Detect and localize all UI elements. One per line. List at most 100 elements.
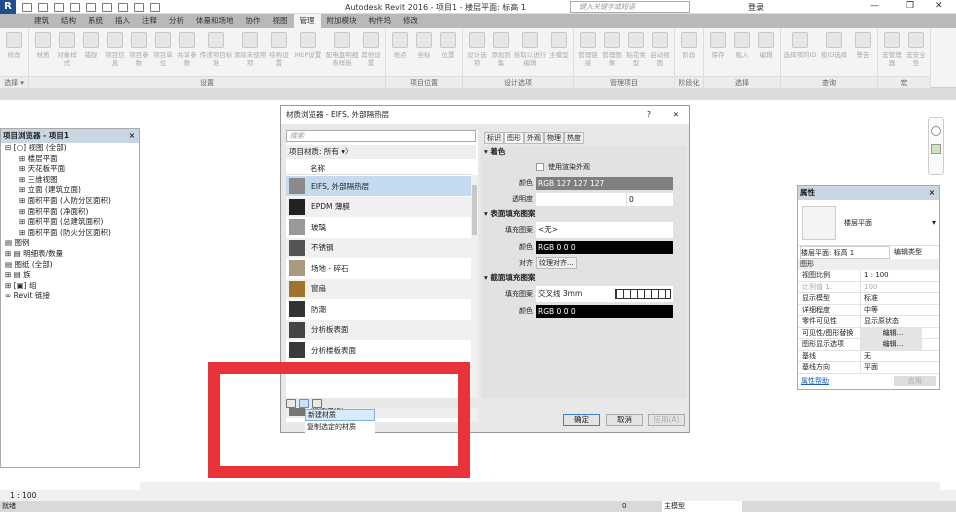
ribbon-button[interactable]: 阶段 [677, 30, 701, 76]
tree-item[interactable]: ⊞ 面积平面 (总建筑面积) [1, 217, 139, 228]
tree-item[interactable]: ⊞ 楼层平面 [1, 154, 139, 165]
ribbon-button[interactable]: 管理链接 [576, 30, 600, 76]
property-tab[interactable]: 图形 [504, 132, 524, 144]
steering-wheel-icon[interactable] [931, 126, 941, 136]
tab-5[interactable]: 分析 [163, 14, 190, 28]
ribbon-button[interactable]: 修改 [2, 30, 26, 76]
material-row[interactable]: EIFS, 外部隔热层 [286, 176, 471, 196]
property-tab[interactable]: 热度 [564, 132, 584, 144]
property-tab[interactable]: 外观 [524, 132, 544, 144]
tab-9[interactable]: 管理 [293, 14, 321, 28]
text-icon[interactable] [118, 2, 128, 12]
material-row[interactable]: 分析楼板表面 [286, 340, 471, 360]
view-scale[interactable]: 1 : 100 [10, 491, 36, 500]
ribbon-button[interactable]: 宏管理器 [880, 30, 904, 76]
surface-pattern-section[interactable]: ▾ 表面填充图案 [481, 208, 686, 220]
texture-align-button[interactable]: 纹理对齐... [536, 257, 577, 269]
ok-button[interactable]: 确定 [563, 414, 600, 426]
tab-10[interactable]: 附加模块 [321, 14, 363, 28]
ribbon-button[interactable]: 项目单位 [151, 30, 175, 76]
ribbon-button[interactable]: 传递项目标准 [199, 30, 233, 76]
material-row[interactable]: 玻璃 [286, 217, 471, 237]
material-filter-dropdown[interactable]: 项目材质: 所有 ▾〉 [286, 145, 476, 159]
property-value[interactable]: 编辑... [860, 327, 922, 338]
zoom-icon[interactable] [931, 144, 941, 154]
tree-item[interactable]: ⊞ 面积平面 (净面积) [1, 207, 139, 218]
cut-pattern-field[interactable]: 交叉线 3mm [536, 286, 673, 302]
material-search-input[interactable]: 搜索 [286, 130, 476, 142]
material-row[interactable]: 不锈钢 [286, 237, 471, 258]
property-tab[interactable]: 标识 [484, 132, 504, 144]
tab-12[interactable]: 修改 [397, 14, 424, 28]
ribbon-button[interactable]: 位置 [436, 30, 460, 76]
help-search-input[interactable]: 键入关键字或短语 [570, 1, 690, 13]
shading-color-field[interactable]: RGB 127 127 127 [536, 176, 673, 190]
tree-item[interactable]: ⊞ 立面 (建筑立面) [1, 185, 139, 196]
maximize-button[interactable]: ❐ [906, 1, 914, 11]
material-row[interactable]: EPDM 薄膜 [286, 196, 471, 217]
open-icon[interactable] [22, 2, 32, 12]
cut-color-field[interactable]: RGB 0 0 0 [536, 304, 673, 318]
tree-item[interactable]: ∞ Revit 链接 [1, 291, 139, 302]
login-button[interactable]: 登录 [748, 2, 764, 13]
ribbon-button[interactable]: 结构设置 [267, 30, 291, 76]
tree-item[interactable]: ⊞ [▣] 组 [1, 281, 139, 292]
ribbon-button[interactable]: 材质 [31, 30, 55, 76]
ribbon-button[interactable]: 地点 [388, 30, 412, 76]
ribbon-button[interactable]: 配电盘明细表样板 [325, 30, 359, 76]
revit-logo[interactable]: R [0, 0, 16, 14]
ribbon-button[interactable]: 按ID选择 [817, 30, 851, 76]
ribbon-button[interactable]: 宏安全性 [904, 30, 928, 76]
tab-8[interactable]: 视图 [267, 14, 294, 28]
redo-icon[interactable] [86, 2, 96, 12]
instance-selector[interactable]: 楼层平面: 标高 1 [800, 246, 890, 259]
tree-item[interactable]: ⊞ ▤ 族 [1, 270, 139, 281]
property-value[interactable]: 1 : 100 [860, 270, 922, 281]
tree-item[interactable]: ⊟ [○] 视图 (全部) [1, 143, 139, 154]
tab-2[interactable]: 系统 [82, 14, 109, 28]
tab-3[interactable]: 插入 [109, 14, 136, 28]
ribbon-button[interactable]: 共享参数 [175, 30, 199, 76]
tree-item[interactable]: ⊞ 面积平面 (人防分区面积) [1, 196, 139, 207]
save-icon[interactable] [38, 2, 48, 12]
tab-0[interactable]: 建筑 [28, 14, 55, 28]
switch-windows-icon[interactable] [150, 2, 160, 12]
ribbon-button[interactable]: 捕捉 [79, 30, 103, 76]
tree-item[interactable]: ▤ 图纸 (全部) [1, 260, 139, 271]
ribbon-button[interactable]: 警告 [851, 30, 875, 76]
tree-item[interactable]: ▤ 图例 [1, 238, 139, 249]
tree-item[interactable]: ⊞ ▤ 明细表/数量 [1, 249, 139, 260]
ribbon-button[interactable]: 拾取以进行编辑 [513, 30, 547, 76]
ribbon-button[interactable]: 启动视图 [648, 30, 672, 76]
ribbon-button[interactable]: 编辑 [754, 30, 778, 76]
minimize-button[interactable]: — [870, 1, 879, 11]
tab-4[interactable]: 注释 [136, 14, 163, 28]
ribbon-button[interactable]: 管理图像 [600, 30, 624, 76]
close-icon[interactable]: × [129, 129, 135, 143]
tab-11[interactable]: 构件坞 [363, 14, 398, 28]
property-tab[interactable]: 物理 [544, 132, 564, 144]
tree-item[interactable]: ⊞ 天花板平面 [1, 164, 139, 175]
list-scrollbar[interactable] [471, 175, 478, 422]
close-button[interactable]: ✕ [935, 1, 943, 11]
properties-help-link[interactable]: 属性帮助 [801, 376, 829, 386]
dialog-close-button[interactable]: ✕ [673, 106, 679, 124]
tab-1[interactable]: 结构 [55, 14, 82, 28]
close-icon[interactable]: × [929, 186, 935, 200]
help-button[interactable]: ? [647, 106, 651, 124]
ribbon-button[interactable]: 坐标 [412, 30, 436, 76]
ribbon-button[interactable]: 对象样式 [55, 30, 79, 76]
material-row[interactable]: 窗扇 [286, 278, 471, 299]
measure-icon[interactable] [102, 2, 112, 12]
surface-pattern-field[interactable]: <无> [536, 222, 673, 238]
property-value[interactable]: 编辑... [860, 339, 922, 350]
surface-color-field[interactable]: RGB 0 0 0 [536, 240, 673, 254]
ribbon-button[interactable]: 项目信息 [103, 30, 127, 76]
tree-item[interactable]: ⊞ 三维视图 [1, 175, 139, 186]
material-row[interactable]: 防潮 [286, 299, 471, 319]
undo-icon[interactable] [70, 2, 80, 12]
ribbon-button[interactable]: 其他设置 [359, 30, 383, 76]
tree-item[interactable]: ⊞ 面积平面 (防火分区面积) [1, 228, 139, 239]
cut-pattern-section[interactable]: ▾ 截面填充图案 [481, 272, 686, 284]
apply-button[interactable]: 应用 [894, 375, 936, 386]
